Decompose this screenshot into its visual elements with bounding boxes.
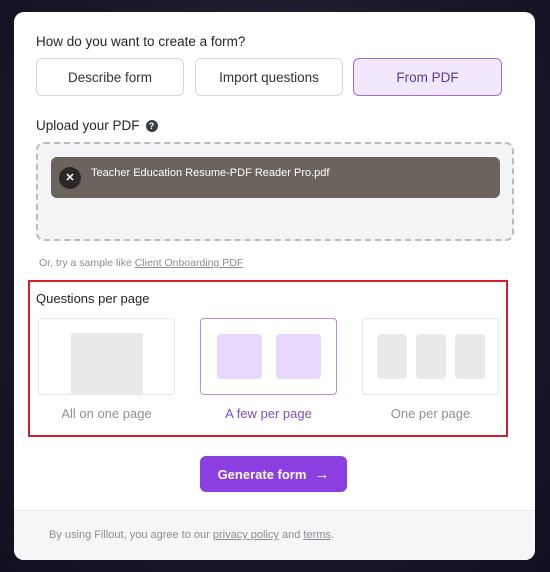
questions-per-page-title: Questions per page [36,291,150,306]
uploaded-file-chip: ✕ Teacher Education Resume-PDF Reader Pr… [51,157,500,198]
footer-and: and [281,529,301,541]
questions-per-page-section: Questions per page All on one page A few… [28,280,508,437]
upload-pdf-heading: Upload your PDF ? [36,118,158,133]
form-mode-question: How do you want to create a form? [36,34,246,49]
pdf-dropzone[interactable]: ✕ Teacher Education Resume-PDF Reader Pr… [36,142,514,241]
page-preview-2 [276,334,321,379]
import-questions-button[interactable]: Import questions [195,58,343,96]
generate-form-label: Generate form [217,466,307,482]
page-preview-2 [416,334,446,379]
page-preview-3 [455,334,485,379]
one-per-page-label: One per page [390,406,471,421]
close-icon[interactable]: ✕ [59,166,81,189]
terms-link[interactable]: terms [303,529,331,541]
generate-form-button[interactable]: Generate form → [200,456,347,492]
single-page-preview [71,333,143,395]
sample-link[interactable]: Client Onboarding PDF [135,257,244,269]
footer-text: By using Fillout, you agree to our priva… [49,529,334,541]
one-per-page-option[interactable] [362,318,499,395]
arrow-right-icon: → [314,465,330,483]
a-few-per-page-label: A few per page [225,406,312,421]
footer-prefix: By using Fillout, you agree to our [49,529,210,541]
page-preview-1 [377,334,407,379]
describe-form-button[interactable]: Describe form [36,58,184,96]
privacy-policy-link[interactable]: privacy policy [213,529,279,541]
from-pdf-button[interactable]: From PDF [353,58,502,96]
footer-suffix: . [330,529,334,541]
all-on-one-page-option[interactable] [38,318,175,395]
sample-prefix: Or, try a sample like [39,257,132,269]
a-few-per-page-option[interactable] [200,318,337,395]
page-preview-1 [217,334,262,379]
question-circle-icon[interactable]: ? [145,119,158,132]
upload-pdf-label: Upload your PDF [36,118,140,133]
sample-line: Or, try a sample like Client Onboarding … [39,257,243,269]
uploaded-file-name: Teacher Education Resume-PDF Reader Pro.… [91,166,330,179]
footer: By using Fillout, you agree to our priva… [14,510,535,560]
create-form-modal: How do you want to create a form? Descri… [14,12,535,560]
all-on-one-page-label: All on one page [61,406,152,421]
